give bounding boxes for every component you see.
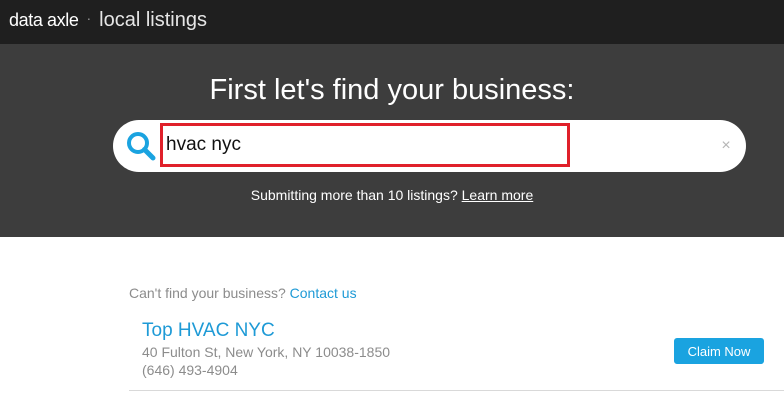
brand-separator: ·: [86, 10, 92, 26]
bulk-listings-note: Submitting more than 10 listings? Learn …: [0, 187, 784, 203]
claim-now-button[interactable]: Claim Now: [674, 338, 764, 364]
product-name: local listings: [99, 9, 207, 31]
cant-find-text: Can't find your business?: [129, 285, 286, 301]
learn-more-link[interactable]: Learn more: [462, 187, 534, 203]
bulk-listings-text: Submitting more than 10 listings?: [250, 187, 458, 203]
result-address: 40 Fulton St, New York, NY 10038-1850: [142, 344, 391, 360]
search-field-highlight: [160, 123, 570, 167]
brand-logo[interactable]: data axle · local listings: [9, 9, 207, 35]
cant-find-row: Can't find your business? Contact us: [129, 285, 357, 301]
search-hero: First let's find your business: × Submit…: [0, 44, 784, 237]
result-item: Top HVAC NYC 40 Fulton St, New York, NY …: [129, 316, 784, 391]
search-icon[interactable]: [125, 130, 157, 162]
search-bar: ×: [113, 120, 746, 172]
top-bar: data axle · local listings: [0, 0, 784, 44]
page-title: First let's find your business:: [209, 74, 575, 106]
brand-name: data axle: [9, 10, 79, 30]
result-phone: (646) 493-4904: [142, 362, 238, 378]
clear-icon[interactable]: ×: [718, 136, 734, 156]
search-input[interactable]: [166, 130, 546, 160]
result-business-name[interactable]: Top HVAC NYC: [142, 320, 275, 342]
contact-us-link[interactable]: Contact us: [290, 285, 357, 301]
